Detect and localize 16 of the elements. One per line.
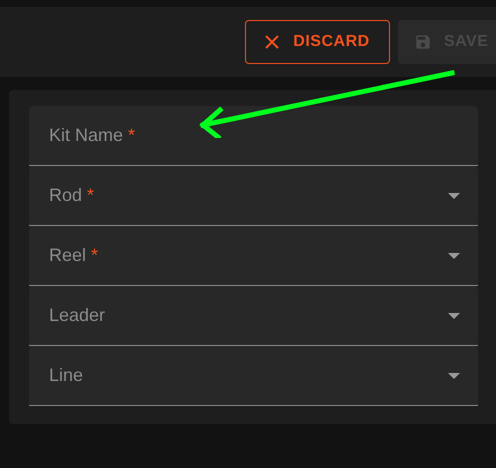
field-label: Kit Name * — [49, 124, 136, 147]
field-label: Reel * — [49, 244, 98, 267]
select-field[interactable]: Leader — [29, 286, 478, 346]
select-field[interactable]: Reel * — [29, 226, 478, 286]
field-label: Leader — [49, 304, 106, 327]
field-label: Rod * — [49, 184, 94, 207]
dropdown-caret-icon — [448, 252, 460, 258]
dropdown-caret-icon — [448, 312, 460, 318]
close-icon — [265, 35, 280, 49]
dropdown-caret-icon — [448, 372, 460, 378]
input-field[interactable]: Kit Name * — [29, 106, 478, 166]
field-label: Line — [49, 364, 84, 387]
select-field[interactable]: Line — [29, 346, 478, 406]
discard-button[interactable]: DISCARD — [245, 20, 390, 64]
select-field[interactable]: Rod * — [29, 166, 478, 226]
dropdown-caret-icon — [448, 192, 460, 198]
